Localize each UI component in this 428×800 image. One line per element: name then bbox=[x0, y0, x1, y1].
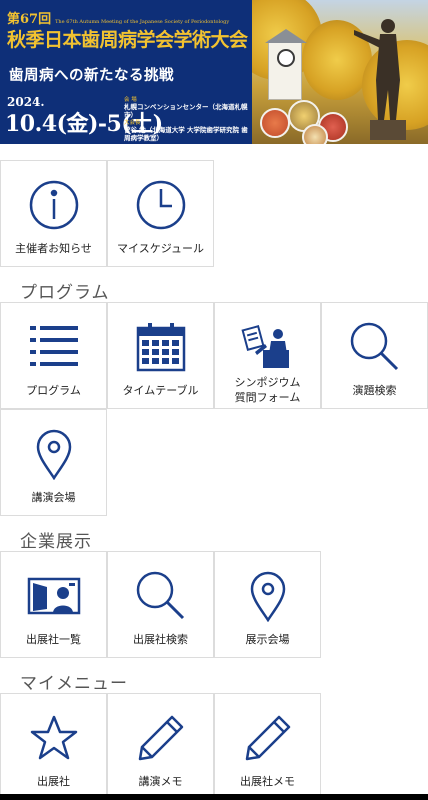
venue-name: 札幌コンベンションセンター（北海道札幌市） bbox=[124, 103, 248, 119]
tile-label: 出展社検索 bbox=[133, 633, 188, 646]
section-title-mymenu: マイメニュー bbox=[20, 674, 128, 694]
clock-icon bbox=[136, 180, 185, 230]
list-icon bbox=[29, 326, 78, 366]
info-icon bbox=[29, 180, 78, 230]
tile-label: 展示会場 bbox=[245, 633, 290, 646]
search-icon bbox=[136, 571, 184, 620]
tile-exhibitor-memo[interactable]: 出展社メモ bbox=[214, 693, 321, 800]
tile-favorite-exhibitors[interactable]: 出展社 bbox=[0, 693, 107, 800]
tile-my-schedule[interactable]: マイスケジュール bbox=[107, 160, 214, 267]
banner-venue-info: 会 場 札幌コンベンションセンター（北海道札幌市） 大会長 菅谷 勉（北海道大学… bbox=[124, 97, 252, 143]
map-pin-icon bbox=[36, 429, 71, 480]
tile-label: 講演会場 bbox=[31, 491, 76, 504]
tile-label: タイムテーブル bbox=[122, 384, 199, 397]
tile-lecture-memo[interactable]: 講演メモ bbox=[107, 693, 214, 800]
tile-symposium-question-form[interactable]: シンポジウム 質問フォーム bbox=[214, 302, 321, 409]
map-pin-icon bbox=[250, 571, 285, 622]
system-bottom-bar bbox=[0, 794, 428, 800]
tile-label: マイスケジュール bbox=[117, 242, 204, 255]
statue-image bbox=[354, 19, 406, 140]
banner-theme: 歯周病への新たなる挑戦 bbox=[9, 67, 174, 84]
star-icon bbox=[30, 715, 77, 760]
speaker-podium-icon bbox=[240, 325, 289, 368]
search-icon bbox=[350, 322, 398, 371]
calendar-icon bbox=[136, 323, 185, 372]
tile-label: 講演メモ bbox=[138, 775, 183, 788]
clock-tower-image bbox=[265, 29, 307, 100]
pencil-icon bbox=[138, 715, 183, 761]
tile-timetable[interactable]: タイムテーブル bbox=[107, 302, 214, 409]
section-title-exhibition: 企業展示 bbox=[20, 532, 92, 552]
banner-text-area: 第67回 The 67th Autumn Meeting of the Japan… bbox=[0, 0, 252, 144]
tile-abstract-search[interactable]: 演題検索 bbox=[321, 302, 428, 409]
tile-label: 出展社メモ bbox=[240, 775, 295, 788]
banner-photo-collage bbox=[252, 0, 428, 144]
tile-organizer-notices[interactable]: 主催者お知らせ bbox=[0, 160, 107, 267]
tile-label: シンポジウム 質問フォーム bbox=[234, 376, 301, 404]
header-banner: 第67回 The 67th Autumn Meeting of the Japan… bbox=[0, 0, 428, 144]
tile-label: 主催者お知らせ bbox=[15, 242, 92, 255]
tile-program[interactable]: プログラム bbox=[0, 302, 107, 409]
tile-lecture-venue[interactable]: 講演会場 bbox=[0, 409, 107, 516]
tile-label: 演題検索 bbox=[352, 384, 397, 397]
tile-exhibition-hall[interactable]: 展示会場 bbox=[214, 551, 321, 658]
pencil-icon bbox=[245, 715, 290, 761]
tile-label: プログラム bbox=[26, 384, 81, 397]
section-title-program: プログラム bbox=[20, 283, 110, 303]
tile-label: 出展社 bbox=[37, 775, 70, 788]
exhibitor-booth-icon bbox=[27, 577, 80, 615]
banner-title: 秋季日本歯周病学会学術大会 bbox=[7, 29, 248, 51]
tile-exhibitor-search[interactable]: 出展社検索 bbox=[107, 551, 214, 658]
chair-name: 菅谷 勉（北海道大学 大学院歯学研究院 歯周病学教室） bbox=[124, 126, 248, 142]
tile-exhibitor-list[interactable]: 出展社一覧 bbox=[0, 551, 107, 658]
tile-label: 出展社一覧 bbox=[26, 633, 81, 646]
